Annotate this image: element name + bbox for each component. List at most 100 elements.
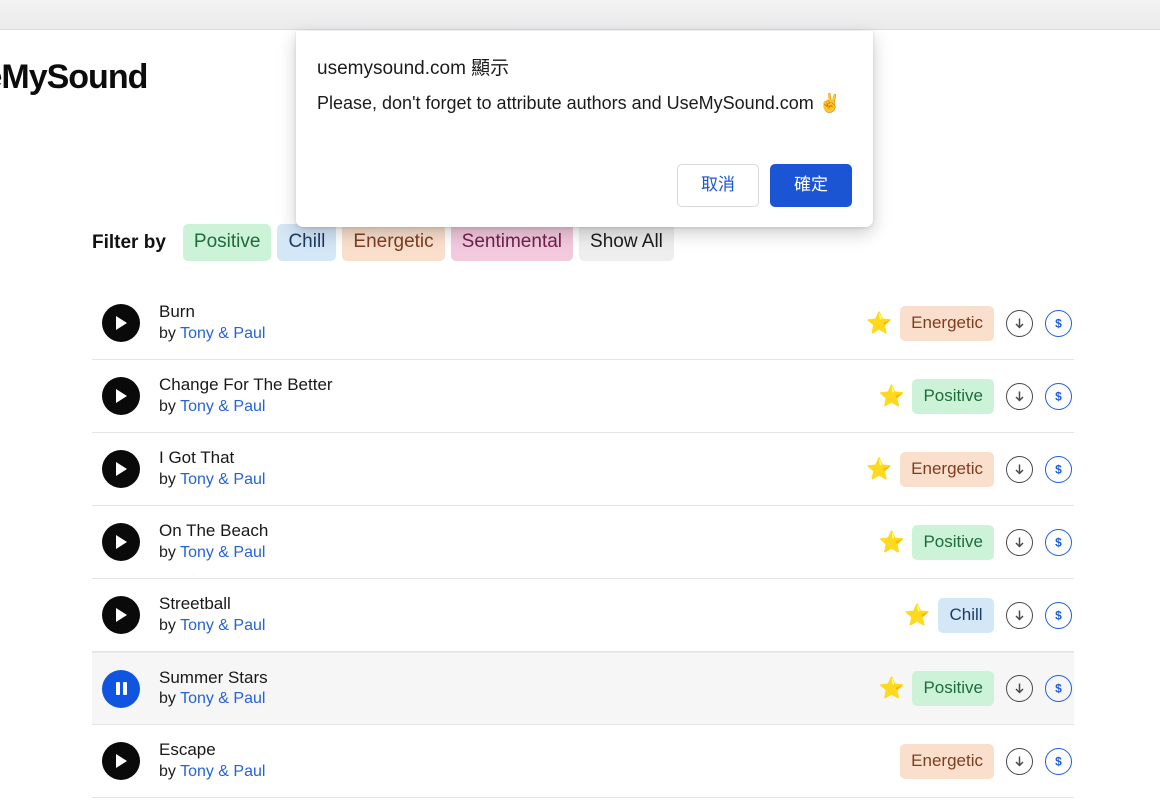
by-prefix: by [159, 544, 180, 561]
track-title: Change For The Better [159, 374, 864, 396]
dialog-origin-title: usemysound.com 顯示 [317, 53, 509, 80]
favorite-star-icon[interactable]: ⭐ [904, 605, 926, 626]
track-row[interactable]: Change For The Betterby Tony & Paul⭐Posi… [92, 360, 1074, 433]
mood-tag[interactable]: Energetic [900, 452, 994, 487]
filter-chip-positive[interactable]: Positive [183, 224, 272, 261]
download-icon[interactable] [1006, 456, 1033, 483]
track-byline: by Tony & Paul [159, 543, 864, 564]
filter-chip-sentimental[interactable]: Sentimental [451, 224, 573, 261]
site-logo[interactable]: UseMySound [0, 58, 147, 97]
svg-text:$: $ [1055, 535, 1062, 549]
play-button[interactable] [102, 742, 140, 780]
play-button[interactable] [102, 523, 140, 561]
filter-chip-show-all[interactable]: Show All [579, 224, 674, 261]
track-artist-link[interactable]: Tony & Paul [180, 471, 265, 488]
download-icon[interactable] [1006, 383, 1033, 410]
svg-text:$: $ [1055, 316, 1062, 330]
pause-button[interactable] [102, 670, 140, 708]
favorite-star-icon[interactable]: ⭐ [866, 313, 888, 334]
dialog-confirm-button[interactable]: 確定 [770, 164, 852, 207]
dialog-message-text: Please, don't forget to attribute author… [317, 93, 857, 114]
track-artist-link[interactable]: Tony & Paul [180, 690, 265, 707]
filter-chip-chill[interactable]: Chill [277, 224, 336, 261]
download-icon[interactable] [1006, 529, 1033, 556]
favorite-star-icon[interactable]: ⭐ [878, 678, 900, 699]
track-title: Burn [159, 301, 852, 323]
track-byline: by Tony & Paul [159, 397, 864, 418]
dollar-icon[interactable]: $ [1045, 602, 1072, 629]
track-actions: ⭐Energetic$ [866, 744, 1072, 779]
download-icon[interactable] [1006, 748, 1033, 775]
track-byline: by Tony & Paul [159, 616, 890, 637]
track-actions: ⭐ Energetic $ [866, 452, 1072, 487]
track-row[interactable]: Burn by Tony & Paul ⭐ Energetic $ [92, 287, 1074, 360]
track-artist-link[interactable]: Tony & Paul [180, 763, 265, 780]
favorite-star-icon[interactable]: ⭐ [878, 386, 900, 407]
play-button[interactable] [102, 450, 140, 488]
favorite-star-icon[interactable]: ⭐ [878, 532, 900, 553]
track-row[interactable]: I Got Thatby Tony & Paul⭐Energetic$ [92, 433, 1074, 506]
track-row[interactable]: Streetballby Tony & Paul⭐Chill$ [92, 579, 1074, 652]
track-byline: by Tony & Paul [159, 762, 852, 783]
track-artist-link[interactable]: Tony & Paul [180, 544, 265, 561]
by-prefix: by [159, 325, 180, 342]
track-artist-link[interactable]: Tony & Paul [180, 325, 265, 342]
mood-tag[interactable]: Positive [912, 671, 994, 706]
by-prefix: by [159, 398, 180, 415]
svg-text:$: $ [1055, 608, 1062, 622]
track-row[interactable]: Summer Starsby Tony & Paul ⭐ Positive $ [92, 652, 1074, 725]
mood-tag[interactable]: Positive [912, 379, 994, 414]
by-prefix: by [159, 617, 180, 634]
play-button[interactable] [102, 596, 140, 634]
download-icon[interactable] [1006, 602, 1033, 629]
filter-by-label: Filter by [92, 232, 166, 254]
dollar-icon[interactable]: $ [1045, 383, 1072, 410]
track-title: On The Beach [159, 520, 864, 542]
play-button[interactable] [102, 377, 140, 415]
track-byline: by Tony & Paul [159, 689, 864, 710]
track-row[interactable]: On The Beachby Tony & Paul⭐Positive$ [92, 506, 1074, 579]
play-button[interactable] [102, 304, 140, 342]
track-row[interactable]: Escapeby Tony & Paul⭐Energetic$ [92, 725, 1074, 798]
track-artist-link[interactable]: Tony & Paul [180, 398, 265, 415]
track-list: Burn by Tony & Paul ⭐ Energetic $ Change For … [92, 287, 1074, 798]
dollar-icon[interactable]: $ [1045, 310, 1072, 337]
svg-text:$: $ [1055, 389, 1062, 403]
by-prefix: by [159, 690, 180, 707]
track-title: I Got That [159, 447, 852, 469]
download-icon[interactable] [1006, 675, 1033, 702]
by-prefix: by [159, 763, 180, 780]
javascript-alert-dialog: usemysound.com 顯示 Please, don't forget t… [296, 31, 873, 227]
track-artist-link[interactable]: Tony & Paul [180, 617, 265, 634]
track-byline: by Tony & Paul [159, 470, 852, 491]
dollar-icon[interactable]: $ [1045, 529, 1072, 556]
favorite-star-icon[interactable]: ⭐ [866, 459, 888, 480]
mood-tag[interactable]: Energetic [900, 306, 994, 341]
by-prefix: by [159, 471, 180, 488]
track-meta: I Got Thatby Tony & Paul [159, 447, 852, 491]
track-actions: ⭐ Chill $ [904, 598, 1072, 633]
track-actions: ⭐ Positive $ [878, 671, 1072, 706]
track-meta: Summer Starsby Tony & Paul [159, 667, 864, 711]
mood-tag[interactable]: Chill [938, 598, 994, 633]
browser-chrome-bar [0, 0, 1160, 30]
svg-text:$: $ [1055, 682, 1062, 696]
track-actions: ⭐ Positive $ [878, 525, 1072, 560]
dialog-cancel-button[interactable]: 取消 [677, 164, 759, 207]
track-meta: Escapeby Tony & Paul [159, 739, 852, 783]
track-actions: ⭐ Energetic $ [866, 306, 1072, 341]
filter-bar: Filter by Positive Chill Energetic Senti… [92, 224, 674, 261]
mood-tag[interactable]: Energetic [900, 744, 994, 779]
track-title: Summer Stars [159, 667, 864, 689]
download-icon[interactable] [1006, 310, 1033, 337]
dollar-icon[interactable]: $ [1045, 456, 1072, 483]
track-meta: On The Beachby Tony & Paul [159, 520, 864, 564]
track-title: Streetball [159, 593, 890, 615]
dialog-button-group: 取消 確定 [677, 164, 852, 207]
dollar-icon[interactable]: $ [1045, 748, 1072, 775]
track-meta: Streetballby Tony & Paul [159, 593, 890, 637]
dollar-icon[interactable]: $ [1045, 675, 1072, 702]
svg-text:$: $ [1055, 754, 1062, 768]
filter-chip-energetic[interactable]: Energetic [342, 224, 444, 261]
mood-tag[interactable]: Positive [912, 525, 994, 560]
